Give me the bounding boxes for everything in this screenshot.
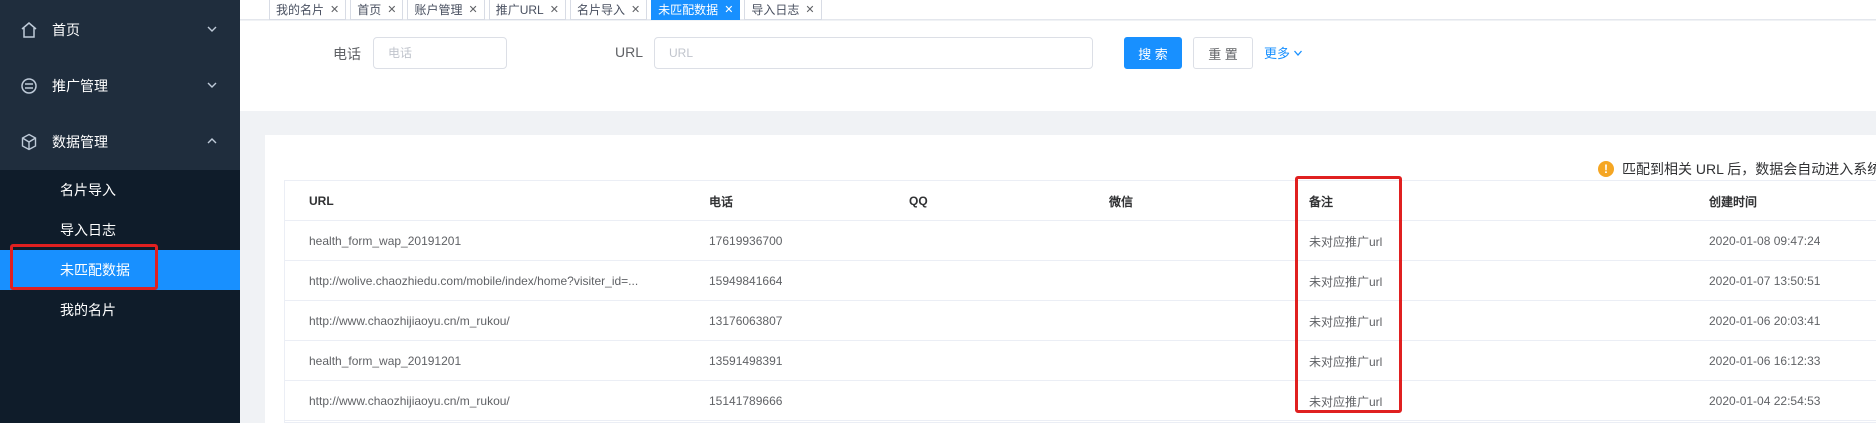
tab-import-log[interactable]: 导入日志 ✕ bbox=[744, 0, 822, 20]
sidebar-menu-data[interactable]: 数据管理 bbox=[0, 114, 240, 170]
tab-label: 推广URL bbox=[495, 3, 544, 17]
url-cell: health_form_wap_20191201 bbox=[309, 234, 462, 248]
home-icon bbox=[20, 21, 38, 39]
info-notice: ! 匹配到相关 URL 后，数据会自动进入系统 bbox=[1598, 159, 1876, 179]
created-time-cell: 2020-01-06 20:03:41 bbox=[1709, 314, 1821, 328]
column-header[interactable]: 电话 bbox=[709, 181, 733, 221]
tab-account[interactable]: 账户管理 ✕ bbox=[407, 0, 485, 20]
sidebar-item-my-cards[interactable]: 我的名片 bbox=[0, 290, 240, 330]
reset-button-label: 重 置 bbox=[1208, 46, 1238, 62]
tab-card-import[interactable]: 名片导入 ✕ bbox=[569, 0, 648, 20]
chevron-down-icon bbox=[1294, 50, 1303, 56]
table-row[interactable]: http://www.chaozhijiaoyu.cn/m_rukou/ 151… bbox=[285, 381, 1876, 421]
sidebar-menu-label: 数据管理 bbox=[52, 134, 108, 150]
sidebar: 首页 推广管理 数据管理 名片导入 导入日志 未匹配数据 我的名片 bbox=[0, 0, 240, 423]
sidebar-menu-label: 首页 bbox=[52, 22, 80, 38]
table-row[interactable]: http://www.chaozhijiaoyu.cn/m_rukou/ 131… bbox=[285, 301, 1876, 341]
sidebar-menu-label: 推广管理 bbox=[52, 78, 108, 94]
close-icon[interactable]: ✕ bbox=[631, 3, 640, 16]
sidebar-item-label: 未匹配数据 bbox=[60, 262, 130, 278]
created-time-cell: 2020-01-08 09:47:24 bbox=[1709, 234, 1821, 248]
remark-cell: 未对应推广url bbox=[1309, 274, 1383, 289]
created-time-cell: 2020-01-06 16:12:33 bbox=[1709, 354, 1821, 368]
close-icon[interactable]: ✕ bbox=[550, 3, 559, 16]
close-icon[interactable]: ✕ bbox=[724, 3, 733, 16]
sidebar-item-label: 导入日志 bbox=[60, 222, 116, 238]
phone-cell: 15141789666 bbox=[709, 394, 783, 408]
close-icon[interactable]: ✕ bbox=[330, 3, 339, 16]
phone-cell: 17619936700 bbox=[709, 234, 783, 248]
tab-label: 导入日志 bbox=[751, 3, 800, 17]
url-cell: http://www.chaozhijiaoyu.cn/m_rukou/ bbox=[309, 314, 510, 328]
close-icon[interactable]: ✕ bbox=[805, 3, 814, 16]
more-link[interactable]: 更多 bbox=[1264, 43, 1303, 62]
search-panel: 电话 URL 搜 索 重 置 更多 bbox=[240, 21, 1876, 111]
sidebar-submenu: 名片导入 导入日志 未匹配数据 我的名片 bbox=[0, 170, 240, 423]
url-cell: http://www.chaozhijiaoyu.cn/m_rukou/ bbox=[309, 394, 510, 408]
phone-input[interactable] bbox=[373, 37, 507, 69]
tab-label: 名片导入 bbox=[576, 3, 625, 17]
table-row[interactable]: http://wolive.chaozhiedu.com/mobile/inde… bbox=[285, 261, 1876, 301]
reset-button[interactable]: 重 置 bbox=[1193, 37, 1253, 69]
tab-my-cards[interactable]: 我的名片 ✕ bbox=[269, 0, 347, 20]
tab-unmatched-data[interactable]: 未匹配数据 ✕ bbox=[651, 0, 741, 20]
url-cell: http://wolive.chaozhiedu.com/mobile/inde… bbox=[309, 274, 639, 288]
column-header[interactable]: 微信 bbox=[1109, 181, 1133, 221]
sidebar-menu-home[interactable]: 首页 bbox=[0, 2, 240, 58]
data-table: URL 电话 QQ 微信 备注 创建时间 health_form_wap_201… bbox=[284, 180, 1876, 423]
table-header: URL 电话 QQ 微信 备注 创建时间 bbox=[285, 181, 1876, 221]
sidebar-item-label: 我的名片 bbox=[60, 302, 116, 318]
chevron-down-icon bbox=[207, 82, 217, 88]
phone-cell: 15949841664 bbox=[709, 274, 783, 288]
phone-cell: 13176063807 bbox=[709, 314, 783, 328]
tab-home[interactable]: 首页 ✕ bbox=[350, 0, 404, 20]
sidebar-menu-promotion[interactable]: 推广管理 bbox=[0, 58, 240, 114]
tab-label: 首页 bbox=[357, 3, 382, 17]
column-header[interactable]: URL bbox=[309, 181, 334, 221]
sidebar-item-unmatched-data[interactable]: 未匹配数据 bbox=[0, 250, 240, 290]
sidebar-item-import-log[interactable]: 导入日志 bbox=[0, 210, 240, 250]
column-header[interactable]: 创建时间 bbox=[1709, 181, 1757, 221]
tab-bar: 我的名片 ✕ 首页 ✕ 账户管理 ✕ 推广URL ✕ 名片导入 ✕ 未匹配数据 ✕ 导入日志… bbox=[240, 0, 1876, 20]
more-link-label: 更多 bbox=[1264, 46, 1291, 61]
remark-cell: 未对应推广url bbox=[1309, 234, 1383, 249]
tab-promo-url[interactable]: 推广URL ✕ bbox=[488, 0, 566, 20]
column-header[interactable]: QQ bbox=[909, 181, 928, 221]
search-button[interactable]: 搜 索 bbox=[1124, 37, 1182, 69]
url-cell: health_form_wap_20191201 bbox=[309, 354, 462, 368]
created-time-cell: 2020-01-07 13:50:51 bbox=[1709, 274, 1821, 288]
remark-cell: 未对应推广url bbox=[1309, 354, 1383, 369]
close-icon[interactable]: ✕ bbox=[468, 3, 477, 16]
sidebar-item-card-import[interactable]: 名片导入 bbox=[0, 170, 240, 210]
remark-cell: 未对应推广url bbox=[1309, 394, 1383, 409]
url-input[interactable] bbox=[654, 37, 1093, 69]
phone-cell: 13591498391 bbox=[709, 354, 783, 368]
warning-icon: ! bbox=[1598, 161, 1614, 177]
chevron-down-icon bbox=[207, 26, 217, 32]
chevron-up-icon bbox=[207, 138, 217, 144]
table-row[interactable]: health_form_wap_20191201 13591498391 未对应… bbox=[285, 341, 1876, 381]
remark-cell: 未对应推广url bbox=[1309, 314, 1383, 329]
tab-label: 我的名片 bbox=[276, 3, 325, 17]
table-row[interactable]: health_form_wap_20191201 17619936700 未对应… bbox=[285, 221, 1876, 261]
close-icon[interactable]: ✕ bbox=[387, 3, 396, 16]
search-button-label: 搜 索 bbox=[1138, 46, 1168, 62]
column-header[interactable]: 备注 bbox=[1309, 181, 1333, 221]
url-label: URL bbox=[615, 44, 644, 60]
sidebar-item-label: 名片导入 bbox=[60, 182, 116, 198]
phone-label: 电话 bbox=[333, 46, 361, 62]
notice-text: 匹配到相关 URL 后，数据会自动进入系统 bbox=[1622, 161, 1876, 177]
promotion-icon bbox=[20, 77, 38, 95]
data-cube-icon bbox=[20, 133, 38, 151]
tab-label: 账户管理 bbox=[414, 3, 463, 17]
created-time-cell: 2020-01-04 22:54:53 bbox=[1709, 394, 1821, 408]
tab-label: 未匹配数据 bbox=[658, 3, 719, 17]
